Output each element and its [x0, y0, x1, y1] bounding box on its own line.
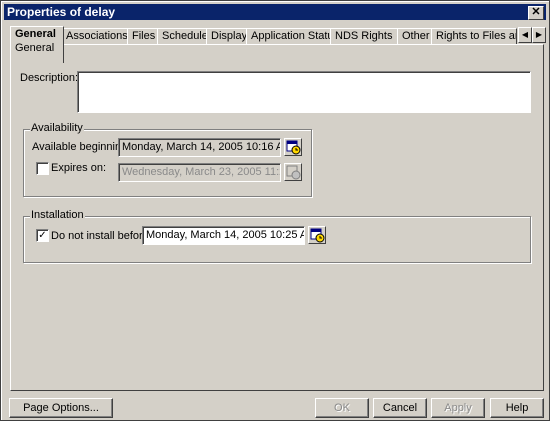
- expires-on-label: Expires on:: [51, 162, 107, 174]
- installation-group-label: Installation: [30, 209, 85, 221]
- tab-general-label: General: [15, 28, 56, 40]
- tab-associations[interactable]: Associations: [61, 28, 133, 45]
- available-beginning-field[interactable]: Monday, March 14, 2005 10:16 AM: [118, 138, 281, 157]
- expires-on-calendar-button: [284, 163, 302, 181]
- tab-general-sublabel[interactable]: General: [15, 42, 59, 54]
- tab-other[interactable]: Other: [397, 28, 435, 45]
- description-field[interactable]: [77, 71, 531, 113]
- do-not-install-before-checkbox[interactable]: ✓: [36, 229, 49, 242]
- cancel-button[interactable]: Cancel: [373, 398, 427, 418]
- tab-files[interactable]: Files: [127, 28, 161, 45]
- tab-scroll-right-button[interactable]: ▶: [532, 27, 546, 43]
- title-bar: Properties of delay ✕: [4, 4, 546, 20]
- available-beginning-calendar-button[interactable]: [284, 138, 302, 156]
- calendar-clock-icon: [286, 165, 301, 180]
- calendar-clock-icon: [310, 228, 325, 243]
- chevron-left-icon: ◀: [521, 30, 529, 39]
- tab-strip: General General Associations Files Sched…: [10, 26, 530, 63]
- calendar-clock-icon: [286, 140, 301, 155]
- ok-button[interactable]: OK: [315, 398, 369, 418]
- window-title: Properties of delay: [7, 5, 116, 19]
- tab-scroll-left-button[interactable]: ◀: [518, 27, 532, 43]
- description-label: Description:: [20, 72, 79, 84]
- do-not-install-before-calendar-button[interactable]: [308, 226, 326, 244]
- close-button[interactable]: ✕: [528, 6, 544, 20]
- expires-on-field: Wednesday, March 23, 2005 11:25 AM: [118, 163, 281, 182]
- chevron-right-icon: ▶: [535, 30, 543, 39]
- properties-dialog: Properties of delay ✕ General General As…: [0, 0, 550, 421]
- tab-general[interactable]: General General: [10, 26, 64, 63]
- do-not-install-before-field[interactable]: Monday, March 14, 2005 10:25 AM: [142, 226, 305, 245]
- availability-group-label: Availability: [30, 122, 84, 134]
- tab-rights-to-files[interactable]: Rights to Files and F: [431, 28, 517, 45]
- help-button[interactable]: Help: [490, 398, 544, 418]
- tab-schedule[interactable]: Schedule: [157, 28, 213, 45]
- apply-button[interactable]: Apply: [431, 398, 485, 418]
- available-beginning-label: Available beginning:: [32, 141, 131, 153]
- page-options-button[interactable]: Page Options...: [9, 398, 113, 418]
- do-not-install-before-label: Do not install before:: [51, 230, 152, 242]
- tab-nds-rights-label: NDS Rights: [335, 30, 393, 42]
- expires-on-checkbox[interactable]: [36, 162, 49, 175]
